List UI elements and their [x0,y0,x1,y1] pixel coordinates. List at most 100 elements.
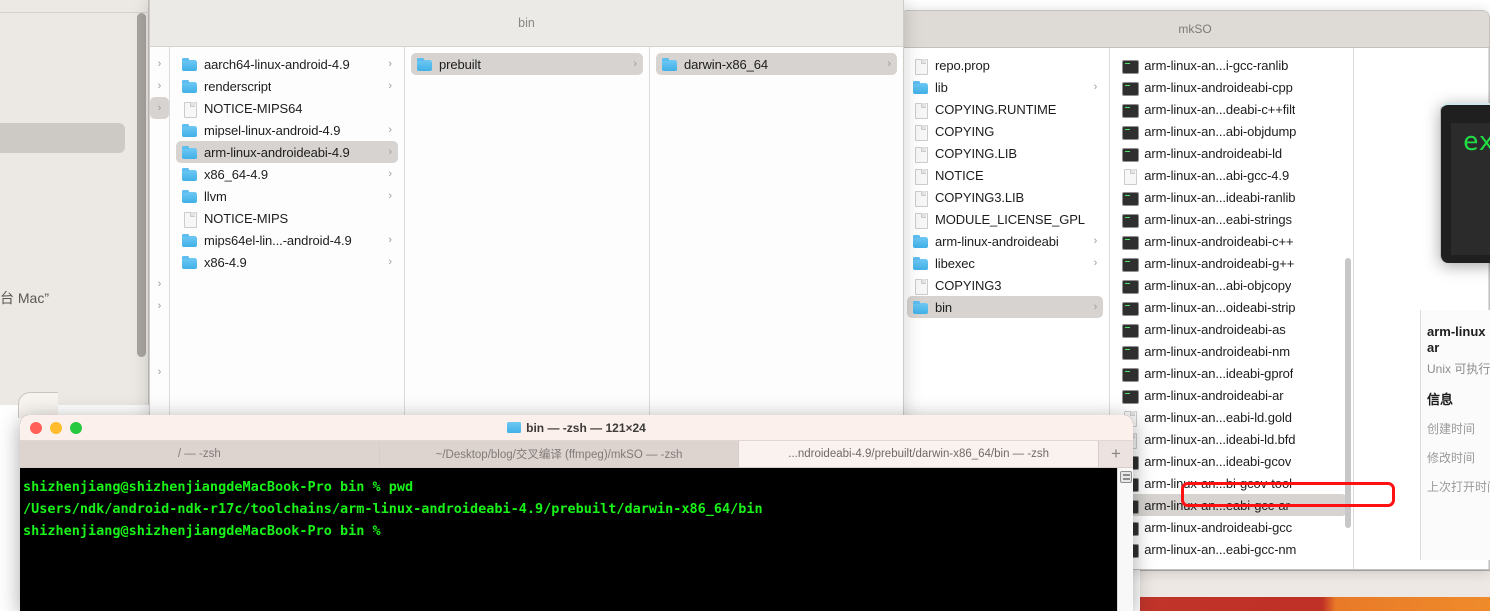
terminal-output[interactable]: shizhenjiang@shizhenjiangdeMacBook-Pro b… [20,468,1133,611]
background-selection-highlight [0,123,125,153]
chevron-row[interactable]: › [150,361,169,383]
finder-row-bin-content[interactable]: arm-linux-an...ideabi-ranlib [1116,186,1347,208]
unix-executable-icon [1122,234,1140,250]
chevron-row[interactable] [150,141,169,163]
finder-row-bin-content[interactable]: arm-linux-an...abi-gcc-4.9 [1116,164,1347,186]
chevron-row[interactable] [150,383,169,405]
chevron-right-icon: › [388,256,392,268]
finder-row-label: arm-linux-an...eabi-gcc-nm [1144,541,1297,557]
finder-row-toolchain[interactable]: renderscript › [176,75,398,97]
close-button[interactable] [30,422,42,434]
finder-row-bin-content[interactable]: arm-linux-androideabi-as [1116,318,1347,340]
finder-row-bin-content[interactable]: arm-linux-androideabi-cpp [1116,76,1347,98]
info-field-last-opened: 上次打开时间 [1427,480,1490,494]
chevron-row[interactable] [150,339,169,361]
bin-titlebar[interactable]: bin [150,0,903,47]
finder-row-prebuilt[interactable]: prebuilt › [411,53,643,75]
vertical-scrollbar[interactable] [137,13,146,357]
terminal-list-icon[interactable] [1120,471,1132,483]
finder-row-bin-content[interactable]: arm-linux-an...ideabi-ld.bfd [1116,428,1347,450]
terminal-tab[interactable]: / — -zsh [20,441,380,467]
finder-row-toolchain[interactable]: aarch64-linux-android-4.9 › [176,53,398,75]
background-window-left[interactable]: 台 Mac” [0,0,149,418]
finder-row-bin-content[interactable]: arm-linux-an...abi-objdump [1116,120,1347,142]
finder-row-darwin-content[interactable]: arm-linux-androideabi › [907,230,1103,252]
chevron-row[interactable] [150,119,169,141]
finder-row-bin-content[interactable]: arm-linux-androideabi-c++ [1116,230,1347,252]
finder-row-bin-content[interactable]: arm-linux-androideabi-ld [1116,142,1347,164]
minimize-button[interactable] [50,422,62,434]
finder-row-bin-content[interactable]: arm-linux-an...i-gcc-ranlib [1116,54,1347,76]
finder-row-toolchain[interactable]: mips64el-lin...-android-4.9 › [176,229,398,251]
finder-row-darwin-content[interactable]: COPYING [907,120,1103,142]
window-controls[interactable] [30,422,82,434]
chevron-row[interactable]: › [150,53,169,75]
terminal-window[interactable]: bin — -zsh — 121×24 / — -zsh ~/Desktop/bl… [20,415,1133,611]
document-icon [913,146,928,163]
chevron-row[interactable] [150,163,169,185]
finder-row-bin-content[interactable]: arm-linux-androideabi-gcc [1116,516,1347,538]
finder-row-bin-content[interactable]: arm-linux-an...eabi-gcc-nm [1116,538,1347,560]
finder-row-darwin-content[interactable]: repo.prop [907,54,1103,76]
chevron-row[interactable] [150,251,169,273]
finder-row-toolchain[interactable]: x86-4.9 › [176,251,398,273]
zoom-button[interactable] [70,422,82,434]
background-terminal-right[interactable]: ex [1440,103,1490,263]
chevron-row[interactable]: › [150,75,169,97]
finder-row-toolchain[interactable]: NOTICE-MIPS [176,207,398,229]
finder-row-bin-content[interactable]: arm-linux-an...ideabi-gcov [1116,450,1347,472]
finder-row-darwin-content[interactable]: COPYING.LIB [907,142,1103,164]
finder-row-darwin-content[interactable]: MODULE_LICENSE_GPL [907,208,1103,230]
finder-row-darwin-content[interactable]: libexec › [907,252,1103,274]
finder-row-toolchain[interactable]: mipsel-linux-android-4.9 › [176,119,398,141]
document-icon [913,278,928,295]
chevron-row[interactable] [150,185,169,207]
finder-row-darwin-content[interactable]: COPYING3 [907,274,1103,296]
chevron-row[interactable]: › [150,97,169,119]
terminal-titlebar[interactable]: bin — -zsh — 121×24 [20,415,1133,441]
chevron-row[interactable]: › [150,273,169,295]
unix-executable-icon [1122,146,1140,162]
mkso-titlebar[interactable]: mkSO [901,11,1489,48]
chevron-right-icon: › [1093,257,1098,269]
finder-info-panel: arm-linux ar Unix 可执行 信息 创建时间 修改时间 上次打开时… [1420,310,1490,560]
chevron-row[interactable] [150,317,169,339]
finder-row-darwin-content[interactable]: NOTICE [907,164,1103,186]
background-window-text: 台 Mac” [0,290,49,306]
finder-row-toolchain[interactable]: x86_64-4.9 › [176,163,398,185]
terminal-tab[interactable]: ~/Desktop/blog/交叉编译 (ffmpeg)/mkSO — -zsh [379,441,740,467]
finder-row-bin-content[interactable]: arm-linux-androideabi-g++ [1116,252,1347,274]
column-scrollbar[interactable] [1345,258,1352,528]
chevron-row[interactable]: › [150,295,169,317]
terminal-scrollbar[interactable] [1117,468,1133,611]
finder-row-bin-content[interactable]: arm-linux-an...abi-objcopy [1116,274,1347,296]
finder-row-bin-content[interactable]: arm-linux-androideabi-nm [1116,340,1347,362]
finder-row-bin-content[interactable]: arm-linux-an...bi-gcov-tool [1116,472,1347,494]
finder-row-toolchain[interactable]: llvm › [176,185,398,207]
finder-row-darwin[interactable]: darwin-x86_64 › [656,53,897,75]
new-tab-button[interactable]: + [1099,441,1133,467]
finder-row-bin-content[interactable]: arm-linux-an...eabi-strings [1116,208,1347,230]
finder-row-label: arm-linux-an...ideabi-gprof [1144,365,1294,381]
finder-row-label: arm-linux-an...bi-gcov-tool [1144,475,1292,491]
column-bin-contents[interactable]: arm-linux-an...i-gcc-ranlib arm-linux-and… [1110,48,1355,569]
chevron-row[interactable] [150,207,169,229]
finder-row-bin-content[interactable]: arm-linux-an...deabi-c++filt [1116,98,1347,120]
terminal-tab[interactable]: ...ndroideabi-4.9/prebuilt/darwin-x86_64… [739,441,1100,467]
info-title-line2: ar [1427,340,1440,355]
finder-row-bin-content[interactable]: arm-linux-an...eabi-gcc-ar [1116,494,1348,516]
finder-row-bin-content[interactable]: arm-linux-an...oideabi-strip [1116,296,1347,318]
finder-row-bin-content[interactable]: arm-linux-androideabi-ar [1116,384,1347,406]
finder-row-darwin-content[interactable]: lib › [907,76,1103,98]
finder-row-darwin-content[interactable]: bin › [907,296,1104,318]
finder-row-darwin-content[interactable]: COPYING.RUNTIME [907,98,1103,120]
terminal-line: shizhenjiang@shizhenjiangdeMacBook-Pro b… [23,479,414,495]
chevron-right-icon: › [1093,81,1098,93]
finder-row-bin-content[interactable]: arm-linux-an...ideabi-gprof [1116,362,1347,384]
finder-row-toolchain[interactable]: NOTICE-MIPS64 [176,97,398,119]
finder-row-bin-content[interactable]: arm-linux-an...eabi-ld.gold [1116,406,1347,428]
terminal-tab-bar[interactable]: / — -zsh ~/Desktop/blog/交叉编译 (ffmpeg)/mkS… [20,441,1133,468]
finder-row-toolchain[interactable]: arm-linux-androideabi-4.9 › [176,141,398,163]
finder-row-darwin-content[interactable]: COPYING3.LIB [907,186,1103,208]
chevron-row[interactable] [150,229,169,251]
